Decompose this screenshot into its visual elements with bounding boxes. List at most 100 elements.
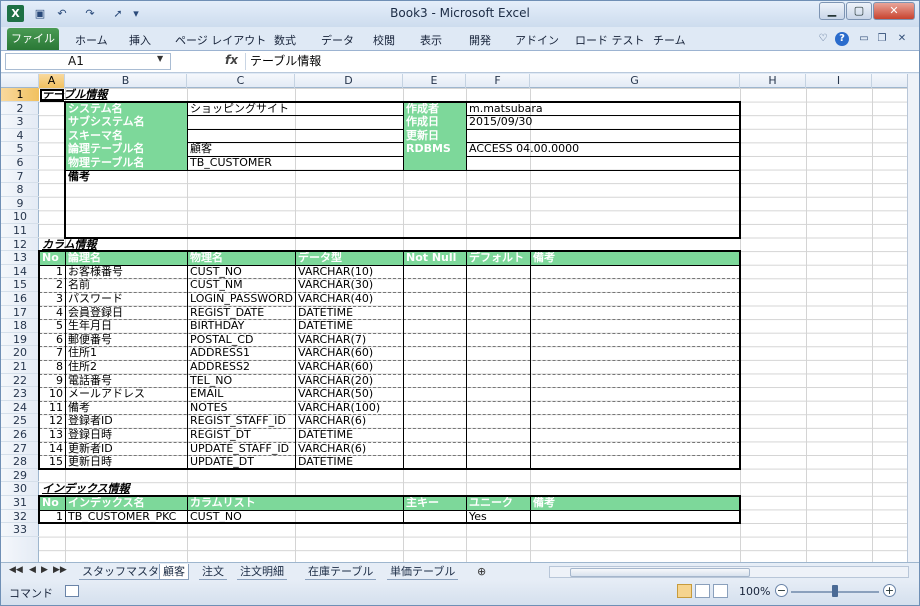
unique[interactable]: Yes xyxy=(467,510,530,524)
index-header-cell[interactable]: ユニーク xyxy=(467,496,530,510)
field-label[interactable]: サブシステム名 xyxy=(66,115,187,129)
tab-addins[interactable]: アドイン xyxy=(515,32,559,48)
tab-data[interactable]: データ xyxy=(321,32,354,48)
physical-name[interactable]: CUST_NM xyxy=(188,278,295,292)
logical-name[interactable]: 電話番号 xyxy=(66,374,187,388)
row-number[interactable]: 1 xyxy=(40,510,65,524)
row-header[interactable]: 8 xyxy=(1,183,39,197)
logical-name[interactable]: 名前 xyxy=(66,278,187,292)
remarks-label[interactable]: 備考 xyxy=(66,170,187,184)
data-type[interactable]: DATETIME xyxy=(296,428,403,442)
field-label[interactable]: 作成者 xyxy=(404,101,466,116)
row-header[interactable]: 31 xyxy=(1,496,39,510)
data-type[interactable]: VARCHAR(30) xyxy=(296,278,403,292)
column-header-cell[interactable]: No xyxy=(40,251,65,265)
data-type[interactable]: VARCHAR(20) xyxy=(296,374,403,388)
normal-view-button[interactable] xyxy=(677,584,692,598)
prev-sheet-icon[interactable]: ◀ xyxy=(29,565,36,575)
physical-name[interactable]: EMAIL xyxy=(188,387,295,401)
sheet-tab-price[interactable]: 単価テーブル xyxy=(387,564,459,580)
physical-name[interactable]: UPDATE_STAFF_ID xyxy=(188,442,295,456)
field-label-empty[interactable] xyxy=(404,156,466,170)
data-type[interactable]: DATETIME xyxy=(296,319,403,333)
wb-restore-icon[interactable]: ❐ xyxy=(875,32,889,46)
column-header-d[interactable]: D xyxy=(295,74,403,88)
column-list[interactable]: CUST_NO xyxy=(188,510,403,524)
row-header[interactable]: 25 xyxy=(1,414,39,428)
data-type[interactable]: VARCHAR(100) xyxy=(296,401,403,415)
page-layout-view-button[interactable] xyxy=(695,584,710,598)
tab-insert[interactable]: 挿入 xyxy=(129,32,151,48)
maximize-button[interactable]: ▢ xyxy=(846,2,872,20)
data-type[interactable]: VARCHAR(10) xyxy=(296,265,403,279)
index-header-cell[interactable]: 主キー xyxy=(404,496,466,510)
row-header[interactable]: 1 xyxy=(1,88,39,102)
row-header[interactable]: 15 xyxy=(1,278,39,292)
row-number[interactable]: 8 xyxy=(40,360,65,374)
column-header-cell[interactable]: 論理名 xyxy=(66,251,187,265)
zoom-in-button[interactable]: + xyxy=(883,584,896,597)
formula-input[interactable]: テーブル情報 xyxy=(245,53,909,70)
tab-view[interactable]: 表示 xyxy=(420,32,442,48)
row-header[interactable]: 16 xyxy=(1,292,39,306)
row-header[interactable]: 9 xyxy=(1,197,39,211)
row-header[interactable]: 19 xyxy=(1,333,39,347)
sheet-tab-staff[interactable]: スタッフマスタ xyxy=(79,564,162,580)
zoom-out-button[interactable]: − xyxy=(775,584,788,597)
physical-name[interactable]: NOTES xyxy=(188,401,295,415)
row-header[interactable]: 22 xyxy=(1,374,39,388)
column-header-c[interactable]: C xyxy=(187,74,295,88)
last-sheet-icon[interactable]: ▶▶ xyxy=(53,565,67,575)
data-type[interactable]: VARCHAR(60) xyxy=(296,360,403,374)
row-header[interactable]: 4 xyxy=(1,129,39,143)
help-icon[interactable]: ? xyxy=(835,32,849,46)
row-header[interactable]: 14 xyxy=(1,265,39,279)
index-header-cell[interactable]: 備考 xyxy=(531,496,740,510)
logical-name[interactable]: 備考 xyxy=(66,401,187,415)
field-label[interactable]: 作成日 xyxy=(404,115,466,129)
sheet-tab-stock[interactable]: 在庫テーブル xyxy=(305,564,377,580)
section-title-column-info[interactable]: カラム情報 xyxy=(40,238,187,252)
row-number[interactable]: 9 xyxy=(40,374,65,388)
index-header-cell[interactable]: No xyxy=(40,496,65,510)
name-box[interactable]: A1 xyxy=(5,53,171,70)
row-header[interactable]: 23 xyxy=(1,387,39,401)
logical-name[interactable]: 住所2 xyxy=(66,360,187,374)
column-header-b[interactable]: B xyxy=(65,74,187,88)
logical-name[interactable]: 登録日時 xyxy=(66,428,187,442)
sheet-tab-order-detail[interactable]: 注文明細 xyxy=(237,564,287,580)
row-header[interactable]: 24 xyxy=(1,401,39,415)
column-header-cell[interactable]: 物理名 xyxy=(188,251,295,265)
row-number[interactable]: 12 xyxy=(40,414,65,428)
horizontal-scroll-thumb[interactable] xyxy=(570,568,750,577)
cell-area[interactable]: テーブル情報 システム名 ショッピングサイト 作成者 m.matsubara サブシステム… xyxy=(38,88,919,562)
data-type[interactable]: VARCHAR(6) xyxy=(296,442,403,456)
row-header[interactable]: 5 xyxy=(1,142,39,156)
close-button[interactable]: ✕ xyxy=(873,2,915,20)
row-number[interactable]: 1 xyxy=(40,265,65,279)
column-header-cell[interactable]: データ型 xyxy=(296,251,403,265)
wb-minimize-icon[interactable]: ▭ xyxy=(857,32,871,46)
sheet-tab-order[interactable]: 注文 xyxy=(199,564,227,580)
row-number[interactable]: 10 xyxy=(40,387,65,401)
physical-name[interactable]: LOGIN_PASSWORD xyxy=(188,292,295,306)
tab-team[interactable]: チーム xyxy=(653,32,686,48)
zoom-slider-thumb[interactable] xyxy=(832,585,838,597)
physical-name[interactable]: REGIST_STAFF_ID xyxy=(188,414,295,428)
column-header-i[interactable]: I xyxy=(806,74,872,88)
physical-name[interactable]: ADDRESS1 xyxy=(188,346,295,360)
field-label[interactable]: 物理テーブル名 xyxy=(66,156,187,170)
ribbon-collapse-icon[interactable]: ♡ xyxy=(816,32,830,46)
tab-page-layout[interactable]: ページ レイアウト xyxy=(175,32,266,48)
tab-formulas[interactable]: 数式 xyxy=(274,32,296,48)
field-value[interactable]: ACCESS 04.00.0000 xyxy=(467,142,740,156)
chevron-down-icon[interactable]: ▼ xyxy=(157,54,163,63)
row-number[interactable]: 7 xyxy=(40,346,65,360)
field-value[interactable]: ショッピングサイト xyxy=(188,102,403,116)
row-header[interactable]: 26 xyxy=(1,428,39,442)
row-header[interactable]: 32 xyxy=(1,510,39,524)
field-value[interactable] xyxy=(188,115,403,129)
wb-close-icon[interactable]: ✕ xyxy=(895,32,909,46)
field-value[interactable]: 顧客 xyxy=(188,142,403,156)
data-type[interactable]: DATETIME xyxy=(296,306,403,320)
